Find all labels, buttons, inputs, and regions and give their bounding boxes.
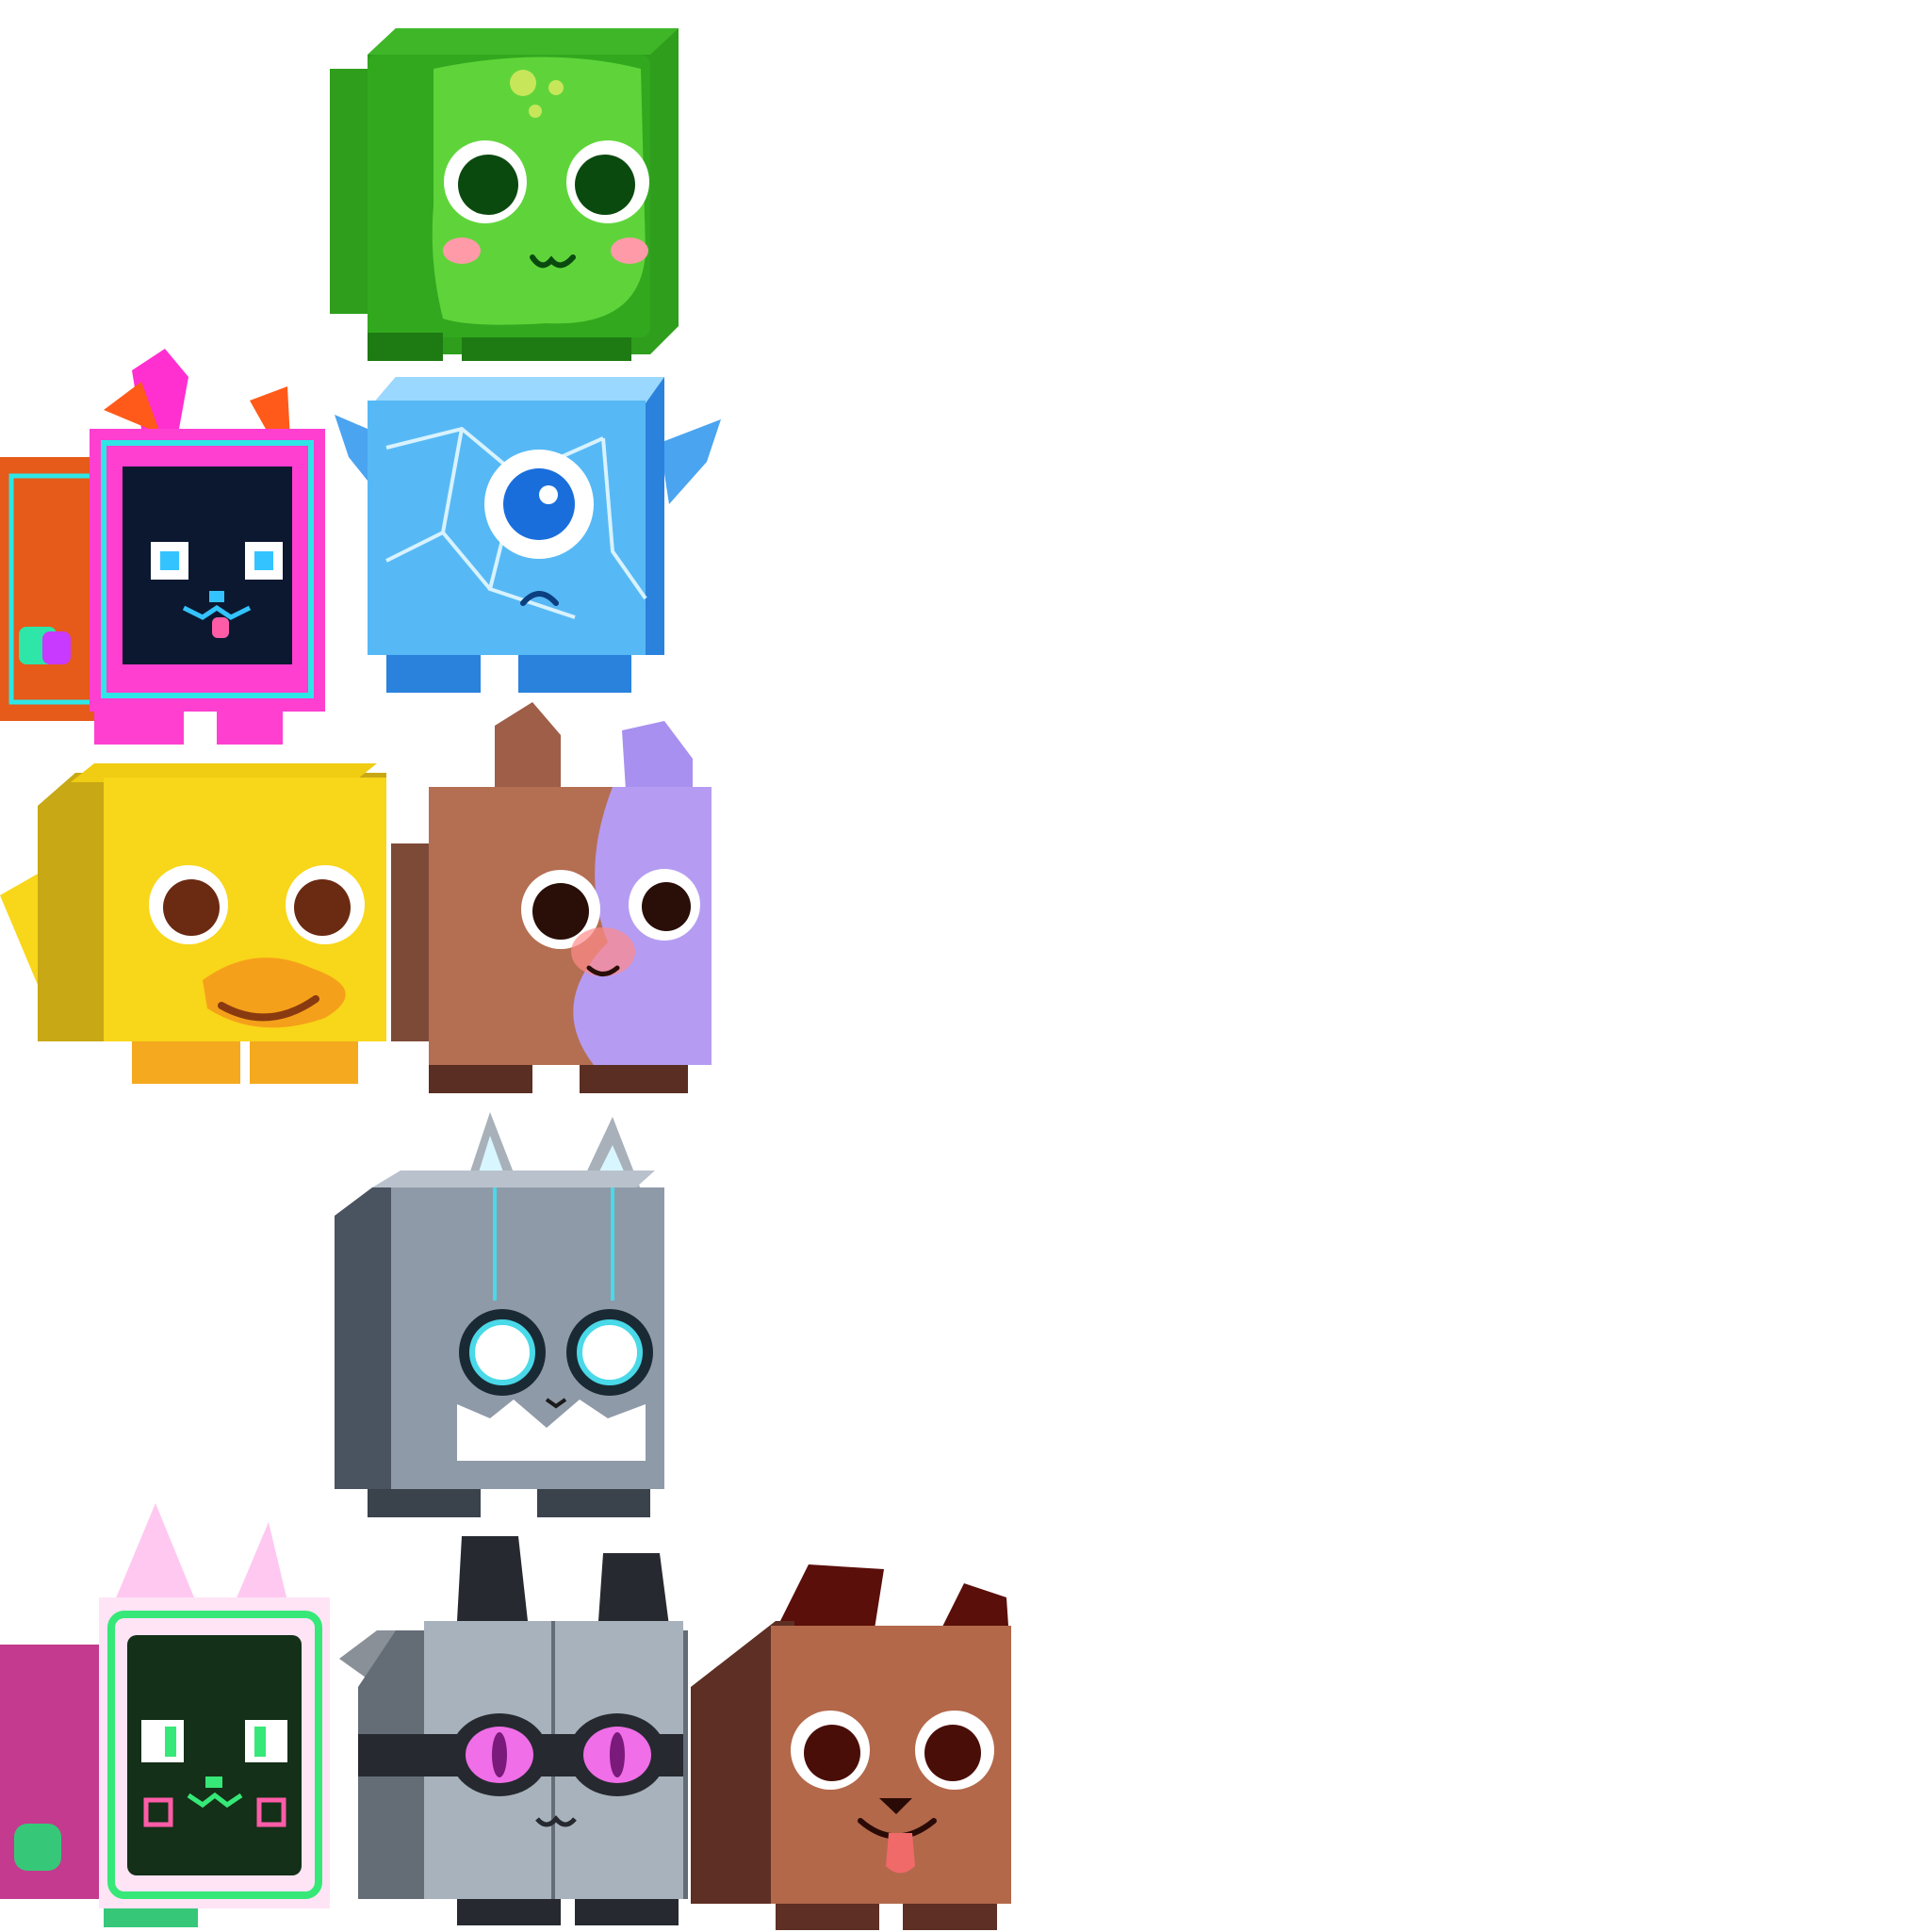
slime-blush: [443, 237, 481, 264]
pixel-cat-tongue: [212, 617, 229, 638]
robot-raccoon-pet[interactable]: [339, 1536, 688, 1932]
robot-wolf-top: [372, 1171, 655, 1187]
ice-cyclops-pet-art: [335, 377, 721, 693]
robot-wolf-foot: [537, 1489, 650, 1517]
robot-raccoon-foot: [457, 1899, 561, 1925]
split-bear-pupil-right: [642, 882, 691, 931]
split-bear-pupil-left: [532, 883, 589, 940]
pixel-cat-pupil-left: [160, 551, 179, 570]
slime-pupil-left: [458, 155, 518, 215]
robot-raccoon-pupil-right: [610, 1732, 625, 1777]
split-bear-foot: [580, 1065, 688, 1093]
split-bear-foot: [429, 1065, 532, 1093]
dog-foot: [903, 1904, 997, 1930]
dog-pet-art: [691, 1564, 1011, 1930]
dog-tongue: [886, 1833, 915, 1874]
arcade-cat-pet[interactable]: [0, 1503, 330, 1927]
duck-pet[interactable]: [0, 759, 391, 1098]
robot-wolf-pet[interactable]: [335, 1112, 664, 1527]
slime-foot: [368, 333, 443, 361]
split-bear-pet[interactable]: [391, 702, 721, 1098]
split-bear-ear-left: [495, 702, 561, 796]
ice-cyclops-ear-right: [660, 419, 721, 504]
ice-cyclops-iris: [503, 468, 575, 540]
arcade-cat-pupil-right: [254, 1727, 266, 1757]
duck-pupil-left: [163, 879, 220, 936]
dog-foot: [776, 1904, 879, 1930]
arcade-cat-pet-art: [0, 1503, 330, 1927]
arcade-cat-nose: [205, 1776, 222, 1788]
slime-blush: [611, 237, 648, 264]
slime-side-arm: [330, 69, 372, 314]
ice-cyclops-shine: [539, 485, 558, 504]
robot-raccoon-foot: [575, 1899, 679, 1925]
pixel-cat-foot: [217, 712, 283, 745]
robot-raccoon-pet-art: [339, 1536, 688, 1925]
slime-spot: [548, 80, 564, 95]
pixel-cat-nose: [209, 591, 224, 602]
duck-foot: [250, 1041, 358, 1084]
robot-wolf-pet-art: [335, 1112, 664, 1517]
robot-wolf-eye-left-glow: [469, 1319, 535, 1385]
pixel-cat-knob: [42, 631, 71, 664]
dog-pupil-left: [804, 1725, 860, 1781]
arcade-cat-knob: [14, 1824, 61, 1871]
slime-foot: [462, 337, 631, 361]
pixel-cat-pupil-right: [254, 551, 273, 570]
robot-raccoon-ear-right: [598, 1553, 669, 1626]
slime-pet[interactable]: [330, 17, 688, 366]
slime-pupil-right: [575, 155, 635, 215]
slime-spot: [510, 70, 536, 96]
slime-top: [368, 28, 679, 55]
split-bear-pet-art: [391, 702, 711, 1093]
arcade-cat-eye-right: [245, 1720, 287, 1762]
robot-wolf-eye-right-glow: [577, 1319, 643, 1385]
dog-pet[interactable]: [691, 1564, 1016, 1932]
robot-raccoon-pupil-left: [492, 1732, 507, 1777]
robot-wolf-foot: [368, 1489, 481, 1517]
duck-pupil-right: [294, 879, 351, 936]
pixel-cat-pet-art: [0, 349, 325, 745]
ice-cyclops-foot: [386, 655, 481, 693]
pet-collection: [0, 0, 1930, 1930]
arcade-cat-eye-left: [141, 1720, 184, 1762]
ice-cyclops-foot: [518, 655, 631, 693]
pixel-cat-pet[interactable]: [0, 344, 330, 754]
arcade-cat-foot: [104, 1908, 198, 1927]
pixel-cat-foot: [94, 712, 184, 745]
split-bear-snout-blush: [571, 927, 635, 976]
robot-raccoon-ear-left: [457, 1536, 528, 1621]
ice-cyclops-pet[interactable]: [330, 372, 726, 702]
duck-pet-art: [0, 763, 386, 1084]
arcade-cat-pupil-left: [165, 1727, 176, 1757]
slime-spot: [529, 105, 542, 118]
dog-pupil-right: [924, 1725, 981, 1781]
slime-pet-art: [330, 28, 679, 361]
duck-foot: [132, 1041, 240, 1084]
